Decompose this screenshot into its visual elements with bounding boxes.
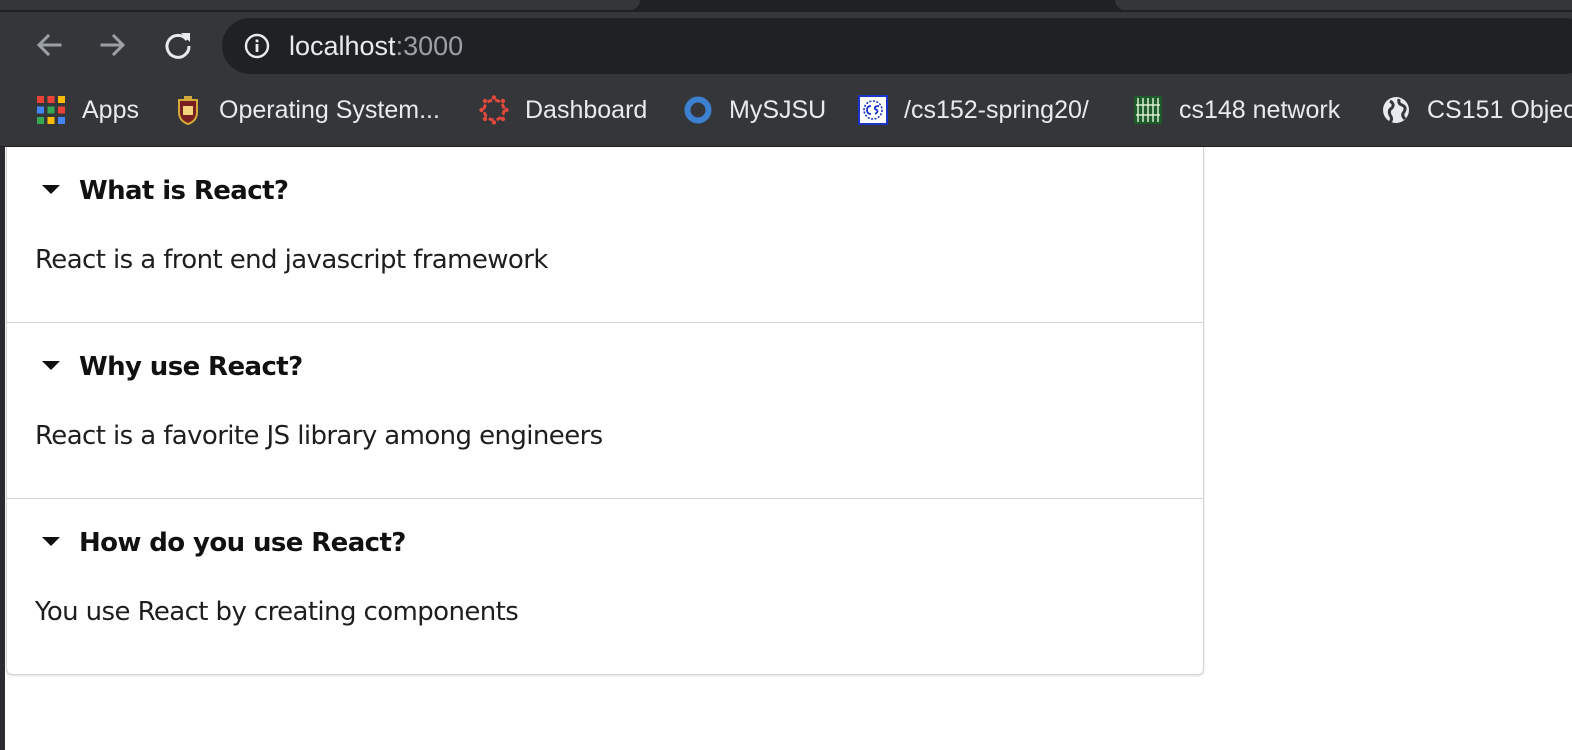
bookmark-cs151[interactable]: CS151 Objec	[1381, 93, 1572, 127]
bookmark-apps[interactable]: Apps	[36, 93, 139, 127]
tab[interactable]	[0, 0, 640, 10]
canvas-icon	[479, 95, 509, 125]
bookmark-label: Dashboard	[525, 95, 648, 124]
window-edge	[0, 147, 5, 750]
accordion-content: React is a front end javascript framewor…	[35, 245, 548, 275]
crest-icon	[178, 96, 198, 125]
accordion-item: What is React? React is a front end java…	[7, 147, 1203, 322]
accordion-content: You use React by creating components	[35, 597, 519, 627]
address-bar[interactable]: localhost:3000	[222, 18, 1572, 74]
bookmark-cs152[interactable]: /cs152-spring20/	[858, 93, 1089, 127]
accordion-title-text: What is React?	[79, 176, 289, 206]
bookmark-operating-systems[interactable]: Operating System...	[173, 93, 440, 127]
bookmark-label: /cs152-spring20/	[904, 95, 1089, 124]
accordion-content: React is a favorite JS library among eng…	[35, 421, 603, 451]
url-port: :3000	[395, 31, 464, 61]
accordion-title[interactable]: How do you use React?	[42, 525, 406, 561]
bookmark-mysjsu[interactable]: MySJSU	[683, 93, 826, 127]
bookmark-label: Apps	[82, 95, 139, 124]
url-host: localhost	[289, 31, 396, 61]
caret-down-icon	[42, 360, 60, 370]
globe-icon	[1383, 97, 1409, 124]
accordion-title-text: Why use React?	[79, 352, 303, 382]
reload-icon	[165, 33, 191, 59]
cs-icon	[858, 95, 888, 125]
accordion-title-text: How do you use React?	[79, 528, 406, 558]
bookmarks-bar: Apps Operating System... Dashboard MySJS…	[0, 76, 1572, 147]
accordion: What is React? React is a front end java…	[6, 147, 1204, 675]
accordion-title[interactable]: Why use React?	[42, 349, 303, 385]
tab-strip	[0, 0, 1572, 12]
url-text[interactable]: localhost:3000	[289, 31, 463, 61]
arrow-left-icon	[36, 33, 62, 57]
reload-button[interactable]	[160, 27, 196, 63]
accordion-item: Why use React? React is a favorite JS li…	[7, 322, 1203, 498]
bookmark-label: CS151 Objec	[1427, 95, 1572, 124]
back-button[interactable]	[31, 27, 67, 63]
apps-grid-icon	[37, 96, 65, 124]
accordion-item: How do you use React? You use React by c…	[7, 498, 1203, 674]
bookmark-label: MySJSU	[729, 95, 827, 124]
tab[interactable]	[1115, 0, 1572, 10]
browser-toolbar: localhost:3000	[0, 12, 1572, 76]
bookmark-dashboard[interactable]: Dashboard	[479, 93, 647, 127]
ring-icon	[684, 96, 712, 124]
bookmark-cs148[interactable]: cs148 network	[1133, 93, 1340, 127]
bookmark-label: Operating System...	[219, 95, 440, 124]
info-icon[interactable]	[244, 33, 270, 59]
chip-icon	[1134, 96, 1162, 124]
arrow-right-icon	[100, 33, 126, 57]
forward-button[interactable]	[95, 27, 131, 63]
accordion-title[interactable]: What is React?	[42, 173, 289, 209]
bookmark-label: cs148 network	[1179, 95, 1341, 124]
caret-down-icon	[42, 536, 60, 546]
caret-down-icon	[42, 184, 60, 194]
